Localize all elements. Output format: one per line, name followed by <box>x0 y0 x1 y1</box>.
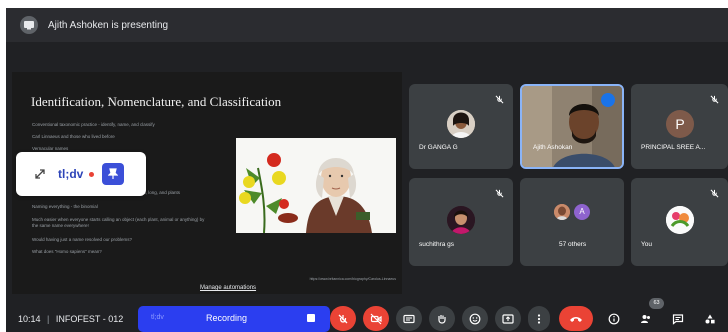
mic-off-icon <box>495 189 504 198</box>
presenter-icon <box>20 16 38 34</box>
more-vertical-icon <box>537 313 541 324</box>
tldv-widget[interactable]: tl;dv <box>16 152 146 196</box>
participant-tile-self[interactable]: You <box>631 178 728 266</box>
recording-brand: tl;dv <box>151 314 164 321</box>
separator: | <box>47 314 50 324</box>
others-tile[interactable]: A 57 others <box>520 178 624 266</box>
leave-call-button[interactable] <box>559 306 593 331</box>
participant-tile[interactable]: P PRINCIPAL SREE A... <box>631 84 728 169</box>
linnaeus-portrait-image <box>236 138 396 233</box>
slide-bullet: Would having just a name resolved our pr… <box>32 237 132 242</box>
recording-bar[interactable]: tl;dv Recording <box>138 306 330 332</box>
slide-bullet: Carl Linnaeus and those who lived before <box>32 134 115 139</box>
mic-off-icon <box>710 189 719 198</box>
present-button[interactable] <box>495 306 521 331</box>
chat-icon <box>672 313 684 325</box>
avatar <box>447 206 475 234</box>
emoji-icon <box>469 313 481 324</box>
slide-bullet: What does "Homo sapiens" mean? <box>32 249 102 254</box>
slide-bullet: Much easier when everyone starts calling… <box>32 217 205 228</box>
slide-source-url: https://www.britannica.com/biography/Car… <box>309 277 396 281</box>
meeting-details-button[interactable] <box>604 306 624 331</box>
participant-name: PRINCIPAL SREE A... <box>641 144 706 151</box>
manage-automations-link[interactable]: Manage automations <box>200 285 256 291</box>
participant-name: Ajith Ashokan <box>533 144 573 151</box>
clock-time: 10:14 <box>18 314 41 324</box>
mic-off-button[interactable] <box>330 306 356 331</box>
recording-dot-icon <box>89 171 95 177</box>
mic-off-icon <box>338 314 348 323</box>
avatar <box>447 110 475 138</box>
slide-bullet: Naming everything - the binomial <box>32 204 98 209</box>
pin-icon <box>108 168 119 179</box>
avatar <box>666 206 694 234</box>
raise-hand-button[interactable] <box>429 306 455 331</box>
expand-icon[interactable] <box>34 168 46 180</box>
mic-off-icon <box>495 95 504 104</box>
bookmark-button[interactable] <box>102 163 125 185</box>
end-call-icon <box>570 316 582 322</box>
more-options-button[interactable] <box>528 306 550 331</box>
info-icon <box>608 313 620 324</box>
stop-recording-button[interactable] <box>307 314 315 322</box>
tldv-logo: tl;dv <box>58 167 84 181</box>
avatar <box>554 204 570 220</box>
slide-title: Identification, Nomenclature, and Classi… <box>31 94 282 109</box>
mic-off-icon <box>710 95 719 104</box>
camera-off-button[interactable] <box>363 306 389 331</box>
participant-name: suchithra gs <box>419 241 455 248</box>
presenting-label: Ajith Ashoken is presenting <box>48 19 169 31</box>
activities-button[interactable] <box>700 306 720 331</box>
present-screen-icon <box>502 313 514 324</box>
participant-tile-active[interactable]: Ajith Ashokan <box>520 84 624 169</box>
participant-tile[interactable]: suchithra gs <box>409 178 513 266</box>
participant-name: Dr GANGA G <box>419 144 458 151</box>
presentation-bar: Ajith Ashoken is presenting <box>6 8 728 42</box>
slide-bullet: Conventional taxonomic practice - identi… <box>32 122 155 127</box>
people-icon <box>641 314 650 323</box>
people-count-badge: 63 <box>649 298 664 309</box>
people-button[interactable] <box>636 306 656 331</box>
meeting-toolbar: 10:14 | INFOFEST - 012 tl;dv Recording <box>6 306 728 332</box>
slide-bullet: Vernacular names <box>32 146 69 151</box>
emoji-button[interactable] <box>462 306 488 331</box>
meeting-info: 10:14 | INFOFEST - 012 <box>18 314 123 324</box>
shapes-icon <box>705 314 715 323</box>
meet-window: Ajith Ashoken is presenting Identificati… <box>6 8 728 332</box>
meeting-name: INFOFEST - 012 <box>55 314 124 324</box>
recording-label: Recording <box>206 313 248 323</box>
avatar: P <box>666 110 694 138</box>
captions-icon <box>403 314 415 323</box>
hand-icon <box>438 314 446 324</box>
participant-name: You <box>641 241 652 248</box>
chat-button[interactable] <box>668 306 688 331</box>
captions-button[interactable] <box>396 306 422 331</box>
avatar: A <box>574 204 590 220</box>
participant-tile[interactable]: Dr GANGA G <box>409 84 513 169</box>
others-count: 57 others <box>559 241 587 248</box>
speaking-indicator-icon <box>601 93 615 107</box>
video-off-icon <box>370 313 382 324</box>
